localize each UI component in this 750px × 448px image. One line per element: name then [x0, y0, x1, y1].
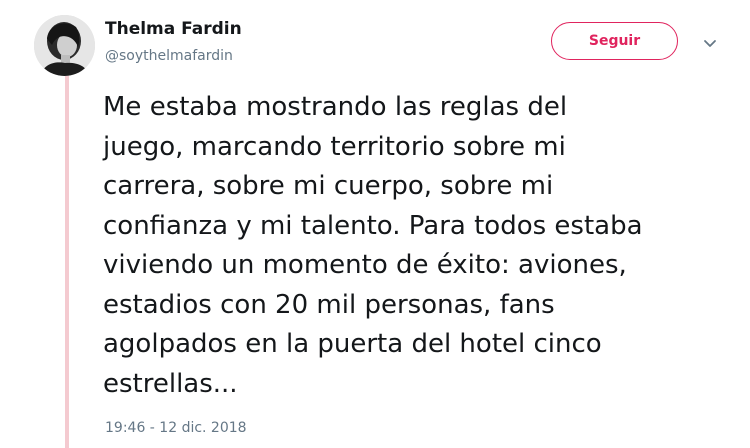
- thread-line: [65, 75, 69, 448]
- tweet-text-line: confianza y mi talento. Para todos estab…: [103, 210, 643, 241]
- display-name[interactable]: Thelma Fardin: [105, 19, 242, 39]
- tweet-text-line: juego, marcando territorio sobre mi: [103, 131, 566, 162]
- tweet-text: Me estaba mostrando las reglas del juego…: [103, 88, 743, 404]
- tweet-text-line: carrera, sobre mi cuerpo, sobre mi: [103, 171, 554, 201]
- tweet-text-line: estadios con 20 mil personas, fans: [103, 289, 555, 320]
- tweet-text-line: viviendo un momento de éxito: aviones,: [103, 250, 627, 280]
- avatar[interactable]: [34, 15, 95, 76]
- tweet-text-line: estrellas...: [103, 368, 238, 399]
- tweet-text-line: agolpados en la puerta del hotel cinco: [103, 329, 602, 359]
- chevron-down-icon[interactable]: [702, 36, 718, 52]
- follow-button[interactable]: Seguir: [551, 22, 678, 60]
- profile-photo-icon: [34, 15, 95, 76]
- tweet-text-line: Me estaba mostrando las reglas del: [103, 92, 568, 122]
- tweet-timestamp[interactable]: 19:46 - 12 dic. 2018: [105, 420, 247, 436]
- user-handle[interactable]: @soythelmafardin: [105, 48, 233, 64]
